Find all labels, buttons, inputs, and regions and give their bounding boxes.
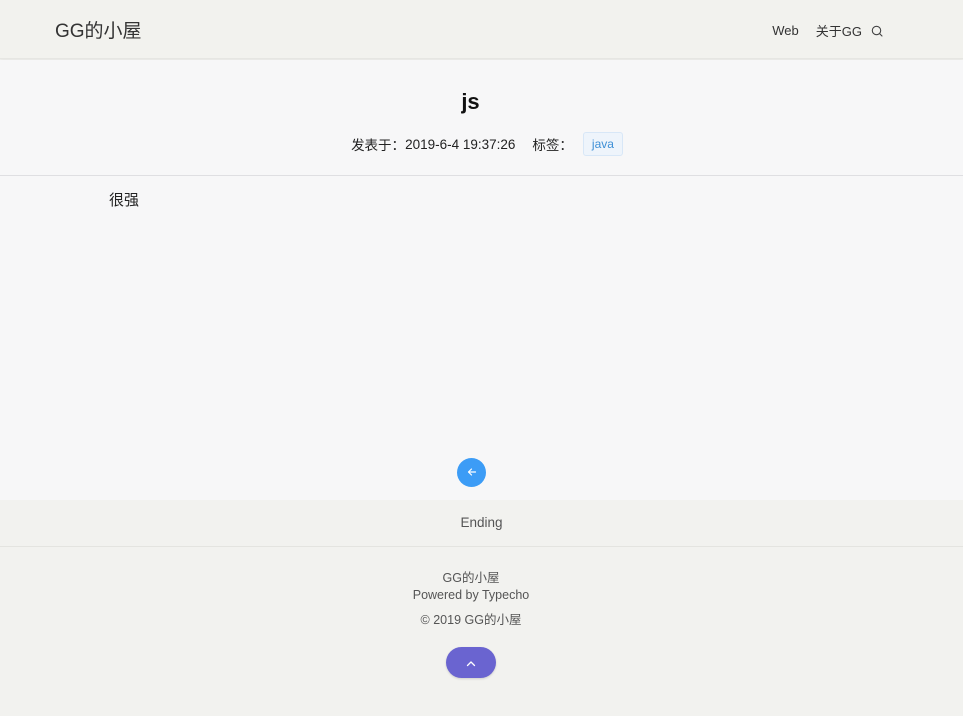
post-header: js 发表于： 2019-6-4 19:37:26 标签： java — [0, 60, 963, 176]
tags-label: 标签： — [532, 138, 573, 153]
arrow-left-icon — [467, 465, 477, 480]
nav-item-web[interactable]: Web — [772, 23, 799, 38]
footer-site-link[interactable]: GG的小屋 — [443, 571, 500, 585]
back-to-top-button[interactable] — [446, 647, 496, 678]
post-meta: 发表于： 2019-6-4 19:37:26 标签： java — [0, 132, 963, 156]
published-label: 发表于： — [351, 138, 406, 153]
tag-java[interactable]: java — [582, 132, 623, 156]
site-header: GG的小屋 Web 关于GG — [0, 0, 963, 59]
footer-copyright: © 2019 GG的小屋 — [420, 613, 522, 627]
ending-bar: Ending — [0, 500, 963, 547]
post-title: js — [461, 89, 480, 114]
back-button[interactable] — [457, 458, 486, 487]
top-nav: Web 关于GG — [772, 21, 883, 40]
chevron-up-icon — [466, 655, 476, 670]
search-icon[interactable] — [871, 25, 883, 37]
typecho-link[interactable]: Powered by Typecho — [413, 588, 530, 602]
post-main: js 发表于： 2019-6-4 19:37:26 标签： java 很强 — [0, 60, 963, 500]
site-footer: GG的小屋 Powered by Typecho © 2019 GG的小屋 — [0, 547, 963, 716]
footer-powered-by: Powered by Typecho — [0, 588, 942, 602]
site-title-link[interactable]: GG的小屋 — [55, 16, 142, 43]
footer-site-name: GG的小屋 — [0, 567, 942, 586]
published-date: 2019-6-4 19:37:26 — [405, 136, 516, 152]
post-content: 很强 — [109, 192, 140, 209]
nav-item-about[interactable]: 关于GG — [816, 21, 862, 40]
